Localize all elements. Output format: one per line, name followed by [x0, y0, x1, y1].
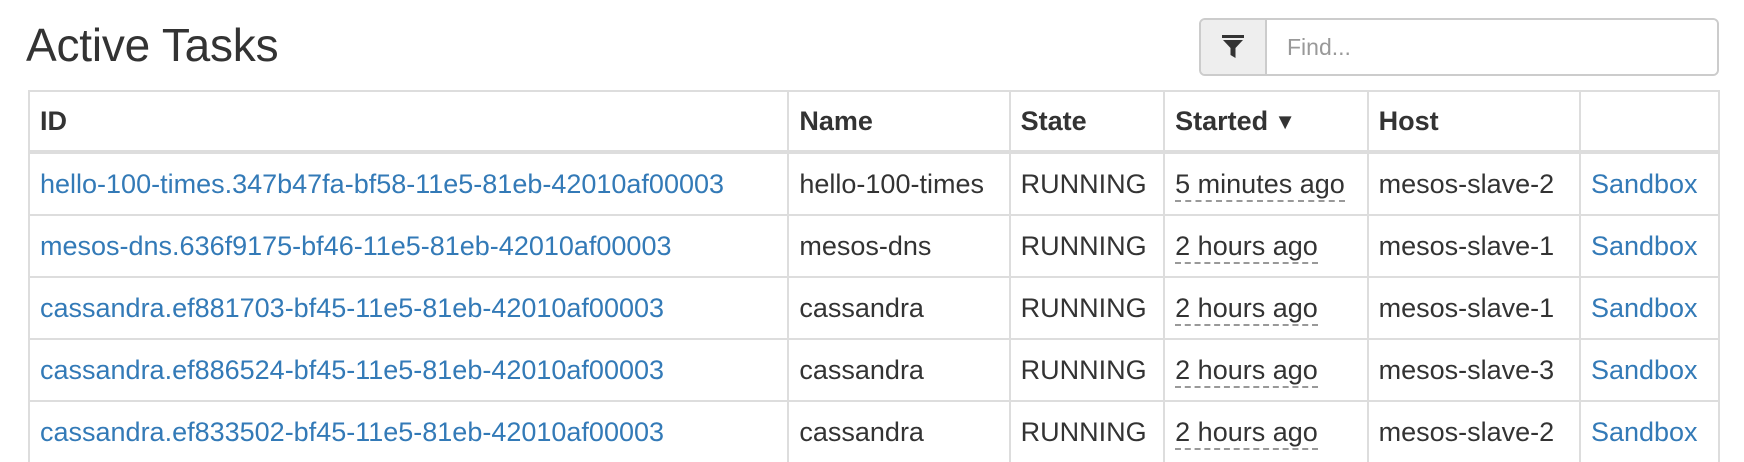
sandbox-link[interactable]: Sandbox — [1591, 169, 1698, 199]
task-state-cell: RUNNING — [1008, 151, 1166, 216]
task-started-cell: 5 minutes ago — [1163, 151, 1369, 216]
table-row: cassandra.ef881703-bf45-11e5-81eb-42010a… — [27, 276, 1721, 340]
relative-time: 2 hours ago — [1175, 416, 1318, 450]
column-header-host[interactable]: Host — [1366, 90, 1581, 154]
task-action-cell: Sandbox — [1578, 338, 1721, 402]
sandbox-link[interactable]: Sandbox — [1591, 231, 1698, 261]
filter-icon-glyph — [1222, 35, 1244, 58]
sandbox-link[interactable]: Sandbox — [1591, 355, 1698, 385]
column-header-state[interactable]: State — [1008, 90, 1166, 154]
task-id-link[interactable]: cassandra.ef881703-bf45-11e5-81eb-42010a… — [40, 293, 664, 323]
task-action-cell: Sandbox — [1578, 400, 1721, 462]
task-host-cell: mesos-slave-1 — [1366, 276, 1581, 340]
column-header-started[interactable]: Started ▼ — [1163, 90, 1369, 154]
task-name-cell: cassandra — [787, 400, 1011, 462]
task-started-cell: 2 hours ago — [1163, 400, 1369, 462]
task-id-link[interactable]: mesos-dns.636f9175-bf46-11e5-81eb-42010a… — [40, 231, 671, 261]
task-started-cell: 2 hours ago — [1163, 214, 1369, 278]
task-id-cell: mesos-dns.636f9175-bf46-11e5-81eb-42010a… — [27, 214, 790, 278]
task-action-cell: Sandbox — [1578, 214, 1721, 278]
sandbox-link[interactable]: Sandbox — [1591, 293, 1698, 323]
task-name-cell: cassandra — [787, 338, 1011, 402]
table-row: cassandra.ef886524-bf45-11e5-81eb-42010a… — [27, 338, 1721, 402]
task-filter — [1199, 18, 1719, 76]
task-id-cell: cassandra.ef886524-bf45-11e5-81eb-42010a… — [27, 338, 790, 402]
sort-descending-icon: ▼ — [1274, 108, 1296, 134]
filter-icon — [1201, 20, 1267, 74]
relative-time: 2 hours ago — [1175, 292, 1318, 326]
task-state-cell: RUNNING — [1008, 338, 1166, 402]
task-id-cell: cassandra.ef833502-bf45-11e5-81eb-42010a… — [27, 400, 790, 462]
task-id-cell: cassandra.ef881703-bf45-11e5-81eb-42010a… — [27, 276, 790, 340]
task-host-cell: mesos-slave-3 — [1366, 338, 1581, 402]
column-header-id[interactable]: ID — [27, 90, 790, 154]
task-name-cell: cassandra — [787, 276, 1011, 340]
relative-time: 5 minutes ago — [1175, 168, 1345, 202]
page-title: Active Tasks — [26, 19, 279, 71]
task-state-cell: RUNNING — [1008, 276, 1166, 340]
task-host-cell: mesos-slave-1 — [1366, 214, 1581, 278]
relative-time: 2 hours ago — [1175, 230, 1318, 264]
task-id-cell: hello-100-times.347b47fa-bf58-11e5-81eb-… — [27, 151, 790, 216]
task-name-cell: hello-100-times — [787, 151, 1011, 216]
relative-time: 2 hours ago — [1175, 354, 1318, 388]
task-id-link[interactable]: cassandra.ef833502-bf45-11e5-81eb-42010a… — [40, 417, 664, 447]
task-host-cell: mesos-slave-2 — [1366, 400, 1581, 462]
task-id-link[interactable]: cassandra.ef886524-bf45-11e5-81eb-42010a… — [40, 355, 664, 385]
table-row: cassandra.ef833502-bf45-11e5-81eb-42010a… — [27, 400, 1721, 462]
task-action-cell: Sandbox — [1578, 276, 1721, 340]
task-id-link[interactable]: hello-100-times.347b47fa-bf58-11e5-81eb-… — [40, 169, 724, 199]
table-row: mesos-dns.636f9175-bf46-11e5-81eb-42010a… — [27, 214, 1721, 278]
active-tasks-page: Active Tasks ID Name State Started▼ Ho — [0, 0, 1744, 462]
active-tasks-table: ID Name State Started ▼ Host hello-100-ti… — [27, 90, 1721, 462]
task-started-cell: 2 hours ago — [1163, 276, 1369, 340]
table-header-row: ID Name State Started ▼ Host — [27, 90, 1721, 154]
find-input[interactable] — [1267, 20, 1717, 74]
column-header-name[interactable]: Name — [787, 90, 1011, 154]
task-action-cell: Sandbox — [1578, 151, 1721, 216]
task-host-cell: mesos-slave-2 — [1366, 151, 1581, 216]
column-header-actions — [1578, 90, 1721, 154]
task-started-cell: 2 hours ago — [1163, 338, 1369, 402]
task-name-cell: mesos-dns — [787, 214, 1011, 278]
table-row: hello-100-times.347b47fa-bf58-11e5-81eb-… — [27, 151, 1721, 216]
task-state-cell: RUNNING — [1008, 400, 1166, 462]
column-header-started-label: Started — [1175, 105, 1269, 136]
task-state-cell: RUNNING — [1008, 214, 1166, 278]
sandbox-link[interactable]: Sandbox — [1591, 417, 1698, 447]
